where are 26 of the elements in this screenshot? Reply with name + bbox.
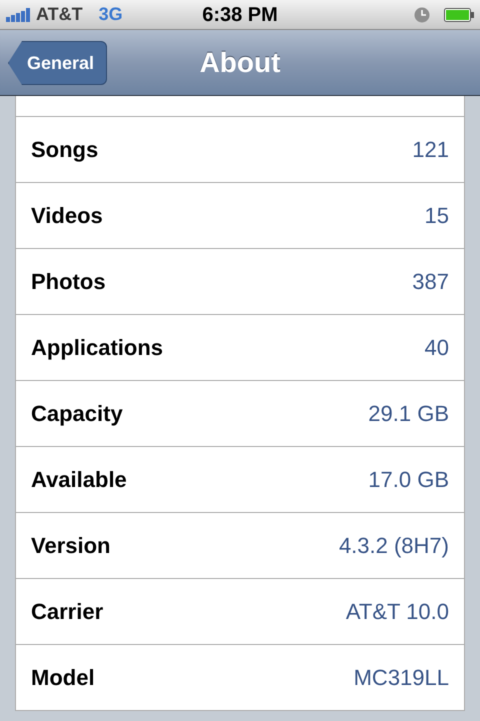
row-value: 29.1 GB	[368, 400, 449, 428]
row-label: Model	[31, 664, 95, 692]
row-value: 4.3.2 (8H7)	[338, 532, 449, 560]
row-label: Capacity	[31, 400, 123, 428]
row-label: Photos	[31, 268, 106, 296]
row-value: 15	[424, 202, 449, 230]
carrier-name: AT&T	[36, 3, 83, 26]
row-label: Songs	[31, 136, 98, 164]
network-type: 3G	[98, 3, 123, 26]
row-value: 387	[412, 268, 449, 296]
row-value: AT&T 10.0	[346, 598, 449, 626]
battery-icon	[444, 8, 474, 22]
status-time: 6:38 PM	[202, 2, 278, 28]
row-label: Applications	[31, 334, 164, 362]
row-label: Version	[31, 532, 110, 560]
row-label: Videos	[31, 202, 103, 230]
row-label: Carrier	[31, 598, 104, 626]
clock-icon	[414, 6, 430, 22]
row-label: Available	[31, 466, 127, 494]
row-value: MC319LL	[354, 664, 449, 692]
row-value: 121	[412, 136, 449, 164]
back-button[interactable]: General	[8, 41, 108, 85]
row-value: 40	[424, 334, 449, 362]
screen-title: About	[200, 46, 280, 80]
signal-icon	[6, 8, 33, 22]
row-value: 17.0 GB	[368, 466, 449, 494]
